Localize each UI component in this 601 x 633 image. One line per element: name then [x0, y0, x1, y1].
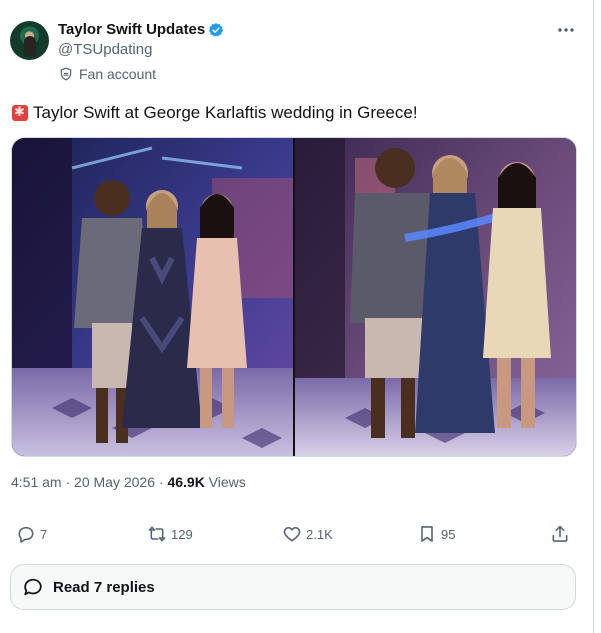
fan-shield-icon [60, 67, 72, 81]
views-label: Views [208, 474, 246, 490]
repost-icon [148, 526, 166, 542]
read-replies-button[interactable]: Read 7 replies [10, 564, 576, 610]
views-count: 46.9K [167, 474, 205, 490]
photo-2[interactable] [295, 138, 576, 456]
column-border [593, 0, 594, 633]
bookmark-count: 95 [441, 526, 456, 542]
tweet-text: Taylor Swift at George Karlaftis wedding… [12, 102, 418, 124]
tweet-meta: 4:51 am · 20 May 2026 · 46.9K Views [11, 474, 246, 491]
avatar[interactable] [10, 21, 49, 60]
more-icon[interactable] [556, 22, 576, 38]
reply-icon [18, 526, 34, 543]
fan-account-label: Fan account [59, 65, 156, 83]
display-name[interactable]: Taylor Swift Updates [58, 21, 205, 39]
share-icon [552, 525, 568, 542]
repost-button[interactable]: 129 [147, 520, 193, 548]
tweet-body: Taylor Swift at George Karlaftis wedding… [33, 103, 418, 122]
fan-account-text: Fan account [79, 66, 157, 82]
media-grid[interactable] [11, 137, 577, 457]
speech-bubble-icon [24, 578, 42, 596]
tweet-time[interactable]: 4:51 am [11, 474, 62, 490]
tweet-date[interactable]: 20 May 2026 [74, 474, 155, 490]
action-bar: 7 129 2.1K 95 [0, 520, 593, 548]
reply-count: 7 [40, 526, 48, 542]
reply-button[interactable]: 7 [16, 520, 47, 548]
like-icon [283, 526, 301, 542]
read-replies-label: Read 7 replies [53, 578, 155, 596]
like-button[interactable]: 2.1K [282, 520, 333, 548]
siren-emoji-icon [12, 104, 28, 121]
meta-separator: · [65, 474, 75, 490]
verified-badge-icon[interactable] [208, 22, 224, 38]
share-button[interactable] [550, 520, 570, 548]
like-count: 2.1K [306, 526, 333, 542]
photo-1[interactable] [12, 138, 293, 456]
bookmark-button[interactable]: 95 [417, 520, 455, 548]
bookmark-icon [421, 526, 433, 542]
handle[interactable]: @TSUpdating [58, 41, 152, 59]
repost-count: 129 [171, 526, 193, 542]
